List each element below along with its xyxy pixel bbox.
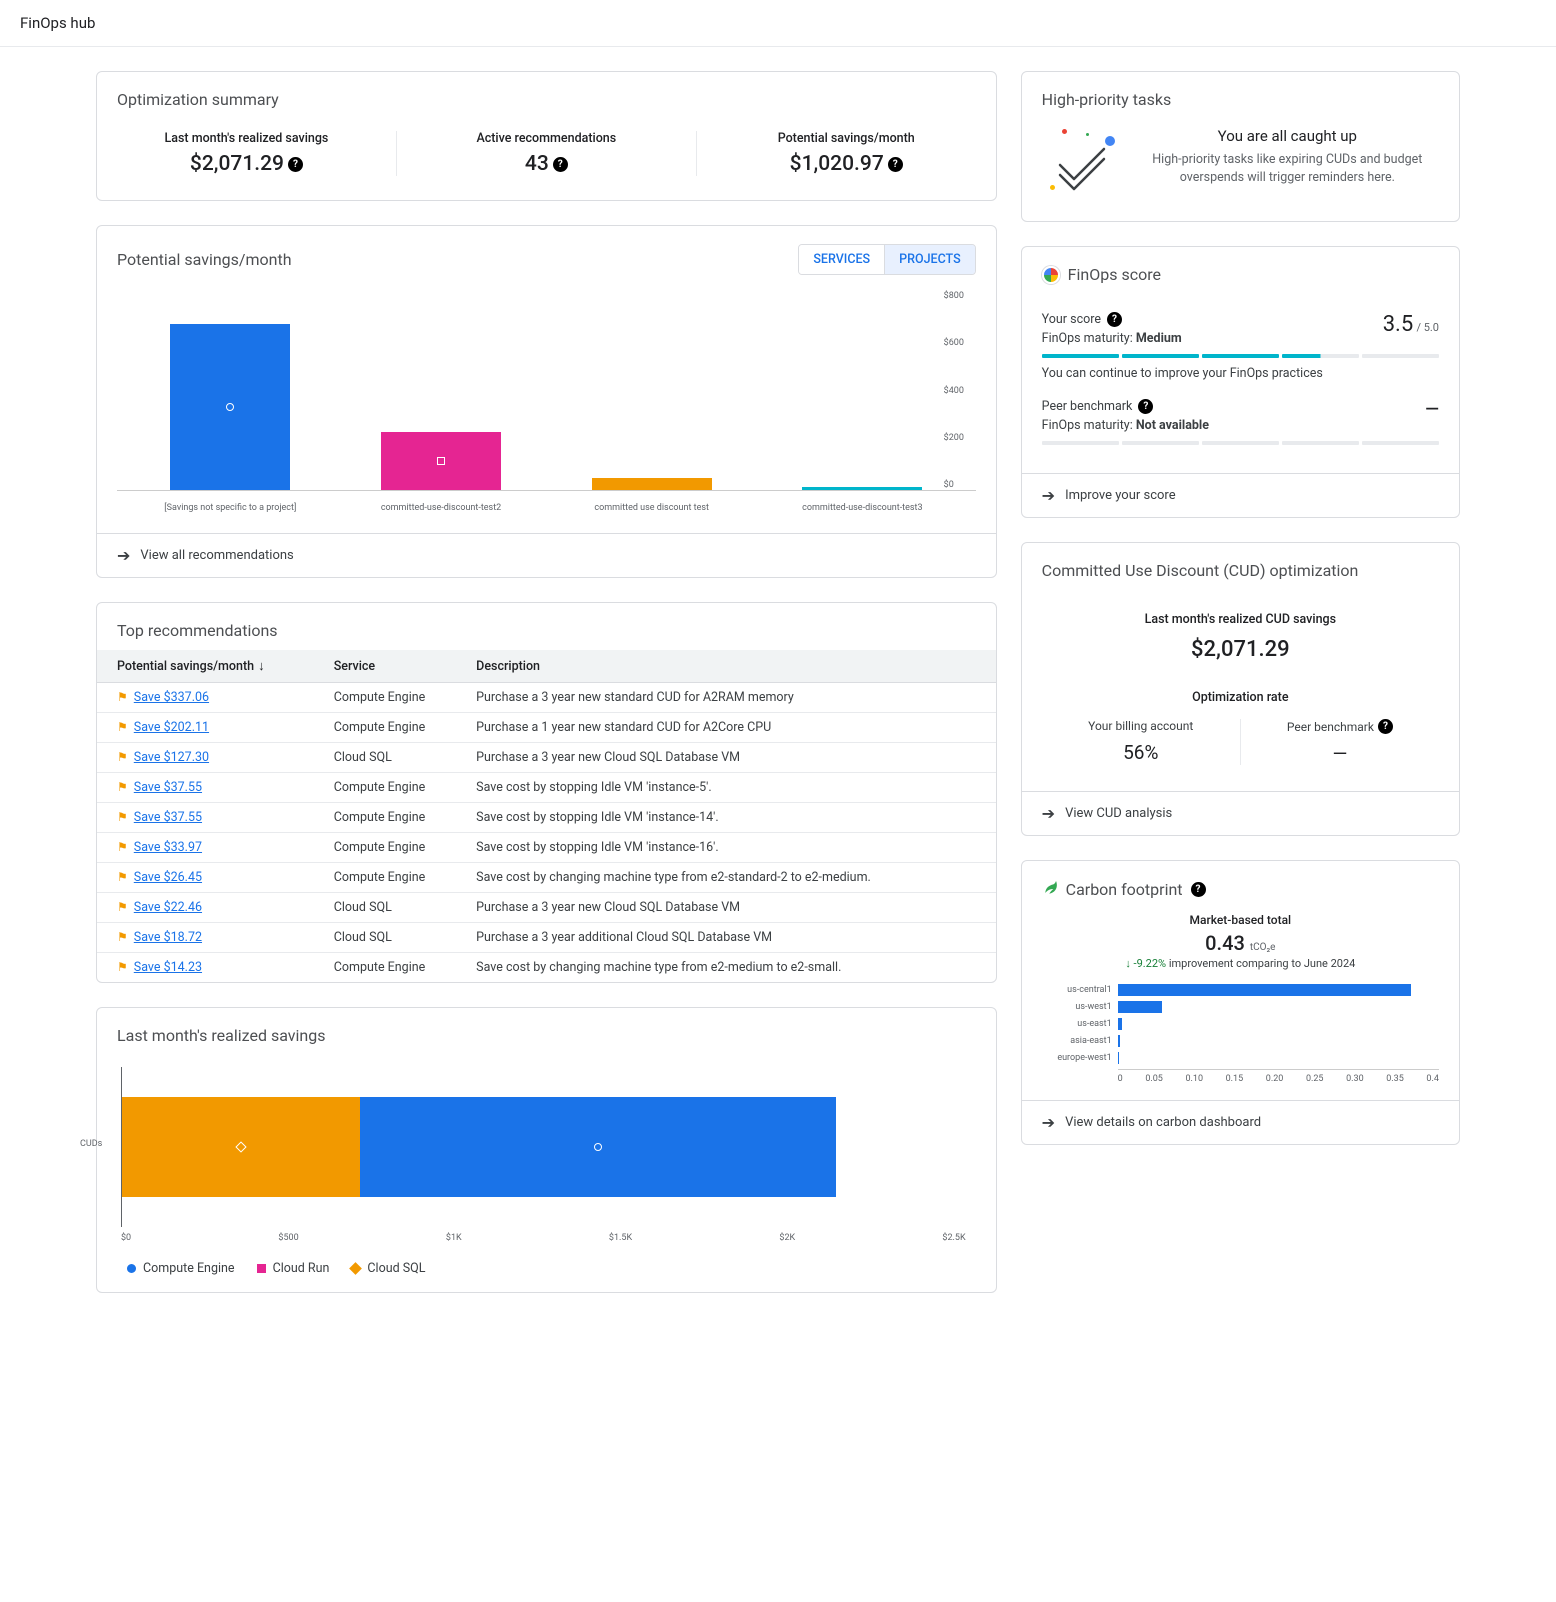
cud-savings-value: $2,071.29	[1042, 637, 1439, 662]
flag-icon: ⚑	[117, 930, 128, 944]
flag-icon: ⚑	[117, 810, 128, 824]
table-row: ⚑Save $18.72Cloud SQLPurchase a 3 year a…	[97, 923, 996, 953]
high-priority-title: High-priority tasks	[1022, 72, 1459, 121]
view-carbon-link[interactable]: ➔ View details on carbon dashboard	[1022, 1100, 1459, 1144]
arrow-right-icon: ➔	[1042, 804, 1055, 823]
cud-peer-value: —	[1241, 742, 1439, 765]
help-icon[interactable]: ?	[553, 157, 568, 172]
savings-link[interactable]: Save $337.06	[134, 690, 209, 705]
finops-score-value: 3.5	[1383, 312, 1414, 337]
view-cud-link[interactable]: ➔ View CUD analysis	[1022, 791, 1459, 835]
opt-realized-savings: Last month's realized savings $2,071.29?	[97, 131, 396, 176]
services-projects-toggle: SERVICES PROJECTS	[798, 244, 975, 275]
high-priority-text: High-priority tasks like expiring CUDs a…	[1136, 151, 1439, 186]
col-service[interactable]: Service	[324, 650, 466, 683]
top-recommendations-card: Top recommendations Potential savings/mo…	[96, 602, 997, 983]
table-row: ⚑Save $127.30Cloud SQLPurchase a 3 year …	[97, 743, 996, 773]
peer-progress	[1042, 441, 1439, 445]
legend-item[interactable]: Cloud SQL	[351, 1261, 425, 1276]
peer-score-value: —	[1425, 399, 1439, 420]
help-icon[interactable]: ?	[1107, 312, 1122, 327]
flag-icon: ⚑	[117, 780, 128, 794]
savings-link[interactable]: Save $127.30	[134, 750, 209, 765]
carbon-title: Carbon footprint	[1066, 880, 1183, 899]
flag-icon: ⚑	[117, 870, 128, 884]
table-row: ⚑Save $37.55Compute EngineSave cost by s…	[97, 773, 996, 803]
potential-savings-title: Potential savings/month	[117, 250, 292, 269]
help-icon[interactable]: ?	[1191, 882, 1206, 897]
last-month-savings-chart: CUDs $0$500$1K$1.5K$2K$2.5K Compute Engi…	[97, 1057, 996, 1292]
optimization-summary-title: Optimization summary	[97, 72, 996, 121]
tab-projects[interactable]: PROJECTS	[884, 245, 975, 274]
opt-active-recommendations: Active recommendations 43?	[396, 131, 696, 176]
savings-link[interactable]: Save $37.55	[134, 780, 202, 795]
optimization-summary-card: Optimization summary Last month's realiz…	[96, 71, 997, 201]
table-row: ⚑Save $22.46Cloud SQLPurchase a 3 year n…	[97, 893, 996, 923]
savings-link[interactable]: Save $14.23	[134, 960, 202, 975]
top-recommendations-title: Top recommendations	[97, 603, 996, 650]
flag-icon: ⚑	[117, 840, 128, 854]
arrow-right-icon: ➔	[117, 546, 130, 565]
high-priority-card: High-priority tasks You are all	[1021, 71, 1460, 222]
savings-link[interactable]: Save $37.55	[134, 810, 202, 825]
help-icon[interactable]: ?	[1138, 399, 1153, 414]
flag-icon: ⚑	[117, 750, 128, 764]
potential-savings-chart: $800$600$400$200$0 [Savings not specific…	[97, 283, 996, 533]
col-description[interactable]: Description	[466, 650, 996, 683]
table-row: ⚑Save $26.45Compute EngineSave cost by c…	[97, 863, 996, 893]
finops-score-title: FinOps score	[1068, 265, 1161, 284]
sort-down-icon: ↓	[258, 659, 265, 674]
cud-billing-pct: 56%	[1042, 741, 1240, 764]
finops-score-progress	[1042, 354, 1439, 358]
savings-link[interactable]: Save $202.11	[134, 720, 209, 735]
arrow-right-icon: ➔	[1042, 1113, 1055, 1132]
legend-item[interactable]: Compute Engine	[127, 1261, 235, 1276]
flag-icon: ⚑	[117, 960, 128, 974]
savings-link[interactable]: Save $18.72	[134, 930, 202, 945]
cud-title: Committed Use Discount (CUD) optimizatio…	[1022, 543, 1459, 592]
last-month-savings-title: Last month's realized savings	[97, 1008, 996, 1057]
savings-link[interactable]: Save $22.46	[134, 900, 202, 915]
last-month-savings-card: Last month's realized savings CUDs $0$50…	[96, 1007, 997, 1293]
caught-up-illustration	[1042, 127, 1122, 197]
opt-potential-savings: Potential savings/month $1,020.97?	[696, 131, 996, 176]
potential-savings-card: Potential savings/month SERVICES PROJECT…	[96, 225, 997, 578]
col-savings[interactable]: Potential savings/month↓	[97, 650, 324, 683]
finops-score-card: FinOps score Your score? FinOps maturity…	[1021, 246, 1460, 518]
view-all-recommendations-link[interactable]: ➔ View all recommendations	[97, 533, 996, 577]
gcp-icon	[1042, 266, 1060, 284]
page-title: FinOps hub	[0, 0, 1556, 47]
help-icon[interactable]: ?	[1378, 719, 1393, 734]
legend-item[interactable]: Cloud Run	[257, 1261, 330, 1276]
carbon-footprint-card: Carbon footprint ? Market-based total 0.…	[1021, 860, 1460, 1145]
improve-score-link[interactable]: ➔ Improve your score	[1022, 473, 1459, 517]
table-row: ⚑Save $33.97Compute EngineSave cost by s…	[97, 833, 996, 863]
savings-link[interactable]: Save $26.45	[134, 870, 202, 885]
flag-icon: ⚑	[117, 690, 128, 704]
carbon-value: 0.43	[1205, 931, 1245, 955]
flag-icon: ⚑	[117, 900, 128, 914]
cud-card: Committed Use Discount (CUD) optimizatio…	[1021, 542, 1460, 836]
tab-services[interactable]: SERVICES	[799, 245, 884, 274]
high-priority-headline: You are all caught up	[1136, 127, 1439, 145]
leaf-icon	[1042, 879, 1058, 899]
arrow-right-icon: ➔	[1042, 486, 1055, 505]
table-row: ⚑Save $337.06Compute EnginePurchase a 3 …	[97, 683, 996, 713]
help-icon[interactable]: ?	[288, 157, 303, 172]
table-row: ⚑Save $202.11Compute EnginePurchase a 1 …	[97, 713, 996, 743]
table-row: ⚑Save $37.55Compute EngineSave cost by s…	[97, 803, 996, 833]
arrow-down-icon: ↓	[1125, 957, 1131, 970]
flag-icon: ⚑	[117, 720, 128, 734]
help-icon[interactable]: ?	[888, 157, 903, 172]
savings-link[interactable]: Save $33.97	[134, 840, 202, 855]
table-row: ⚑Save $14.23Compute EngineSave cost by c…	[97, 953, 996, 983]
carbon-chart: us-central1us-west1us-east1asia-east1eur…	[1042, 984, 1439, 1064]
